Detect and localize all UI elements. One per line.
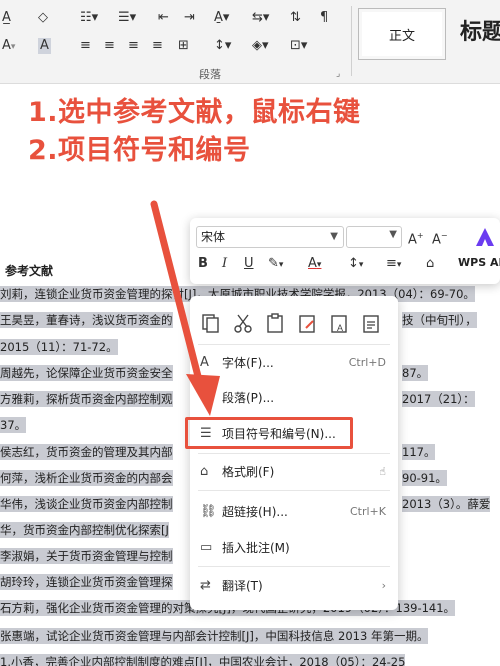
line-spacing-icon[interactable]: ↕▾ [214,38,231,54]
text-effect-icon[interactable]: A̲ [2,10,11,26]
menu-separator [198,453,390,454]
chevron-down-icon: ▼ [389,229,397,240]
menu-item-hyperlink[interactable]: ⛓ 超链接(H)... Ctrl+K [190,496,398,526]
paragraph-group-label: 段落 [199,68,221,81]
reference-line-tail: 87。 [402,365,429,381]
line-break-icon[interactable]: ⇆▾ [252,10,269,26]
reference-line[interactable]: 1.小香，完善企业内部控制制度的难点[J]，中国农业会计，2018（05）：24… [0,652,500,666]
tutorial-annotation: 1.选中参考文献，鼠标右键 2.项目符号和编号 [28,94,361,170]
grow-font-icon[interactable]: A+ [408,228,424,248]
hand-icon: ☝ [379,464,386,478]
ribbon-divider [351,6,352,76]
style-normal-button[interactable]: 正文 [358,8,446,60]
align-left-icon[interactable]: ≡ [80,38,91,54]
underline-icon[interactable]: U [244,256,254,272]
paste-keep-format-icon[interactable] [296,312,318,334]
borders-icon[interactable]: ⊡▾ [290,38,307,54]
line-spacing-icon[interactable]: ↕▾ [348,256,363,273]
clear-format-icon[interactable]: ◇ [38,10,48,26]
menu-item-translate[interactable]: ⇄ 翻译(T) › [190,570,398,600]
font-size-select[interactable]: ▼ [346,226,402,248]
shrink-font-icon[interactable]: A− [432,228,448,248]
svg-text:A: A [337,323,343,333]
bullet-list-icon[interactable]: ☷▾ [80,10,98,26]
align-right-icon[interactable]: ≡ [128,38,139,54]
decrease-indent-icon[interactable]: ⇤ [158,10,169,26]
shading-icon[interactable]: ◈▾ [252,38,269,54]
justify-icon[interactable]: ≡ [152,38,163,54]
reference-line-tail: 2017（21）： [402,391,475,407]
ribbon-toolbar: A̲ ◇ ☷▾ ☰▾ ⇤ ⇥ A̱▾ ⇆▾ ⇅ ¶ A▾ A ≡ ≡ ≡ ≡ ⊞… [0,0,500,84]
chevron-down-icon: ▼ [330,231,338,242]
annotation-arrow [150,200,220,416]
wps-ai-logo-icon[interactable] [474,226,496,248]
align-center-icon[interactable]: ≡ [104,38,115,54]
font-color-icon[interactable]: A▾ [2,38,15,55]
chinese-layout-icon[interactable]: A̱▾ [214,10,229,26]
numbered-list-icon[interactable]: ☰▾ [118,10,136,26]
references-heading: 参考文献 [5,264,54,278]
cart-icon[interactable]: ⌂ [426,256,434,272]
style-heading-button[interactable]: 标题 [460,14,500,46]
highlight-icon[interactable]: ✎▾ [268,256,283,273]
annotation-step-2: 2.项目符号和编号 [28,135,251,166]
paragraph-align-icon[interactable]: ≡▾ [386,256,401,273]
link-icon: ⛓ [200,503,217,519]
floating-format-toolbar: 宋体 ▼ ▼ A+ A− B I U ✎▾ A▾ ↕▾ ≡▾ ⌂ [190,218,500,284]
comment-icon: ▭ [200,539,213,555]
font-color-icon[interactable]: A▾ [308,256,321,273]
chevron-right-icon: › [381,578,386,592]
increase-indent-icon[interactable]: ⇥ [184,10,195,26]
distribute-icon[interactable]: ⊞ [178,38,189,54]
reference-line[interactable]: 张惠端，试论企业货币资金管理与内部会计控制[J]，中国科技信息 2013 年第一… [0,626,500,646]
menu-separator [198,566,390,567]
menu-item-format-painter[interactable]: ⌂ 格式刷(F) ☝ [190,456,398,486]
paste-special-icon[interactable] [360,312,382,334]
reference-line-tail: 技（中旬刊）， [402,312,477,328]
menu-item-insert-comment[interactable]: ▭ 插入批注(M) [190,532,398,562]
reference-line-tail: 90-91。 [402,470,447,486]
cut-icon[interactable] [232,312,254,334]
paragraph-dialog-launcher-icon[interactable]: ⌟ [336,66,340,82]
annotation-step-1: 1.选中参考文献，鼠标右键 [28,97,361,128]
paste-icon[interactable] [264,312,286,334]
menu-separator [198,490,390,491]
format-painter-icon: ⌂ [200,463,209,479]
char-shading-icon[interactable]: A [38,38,51,54]
sort-icon[interactable]: ⇅ [290,10,301,26]
wps-ai-button[interactable]: WPS AI [458,256,500,269]
translate-icon: ⇄ [200,577,211,593]
paste-text-only-icon[interactable]: A [328,312,350,334]
reference-line-tail: 2013（3）。薛爱 [402,496,491,512]
show-marks-icon[interactable]: ¶ [320,10,328,26]
reference-line-tail: 117。 [402,444,436,460]
